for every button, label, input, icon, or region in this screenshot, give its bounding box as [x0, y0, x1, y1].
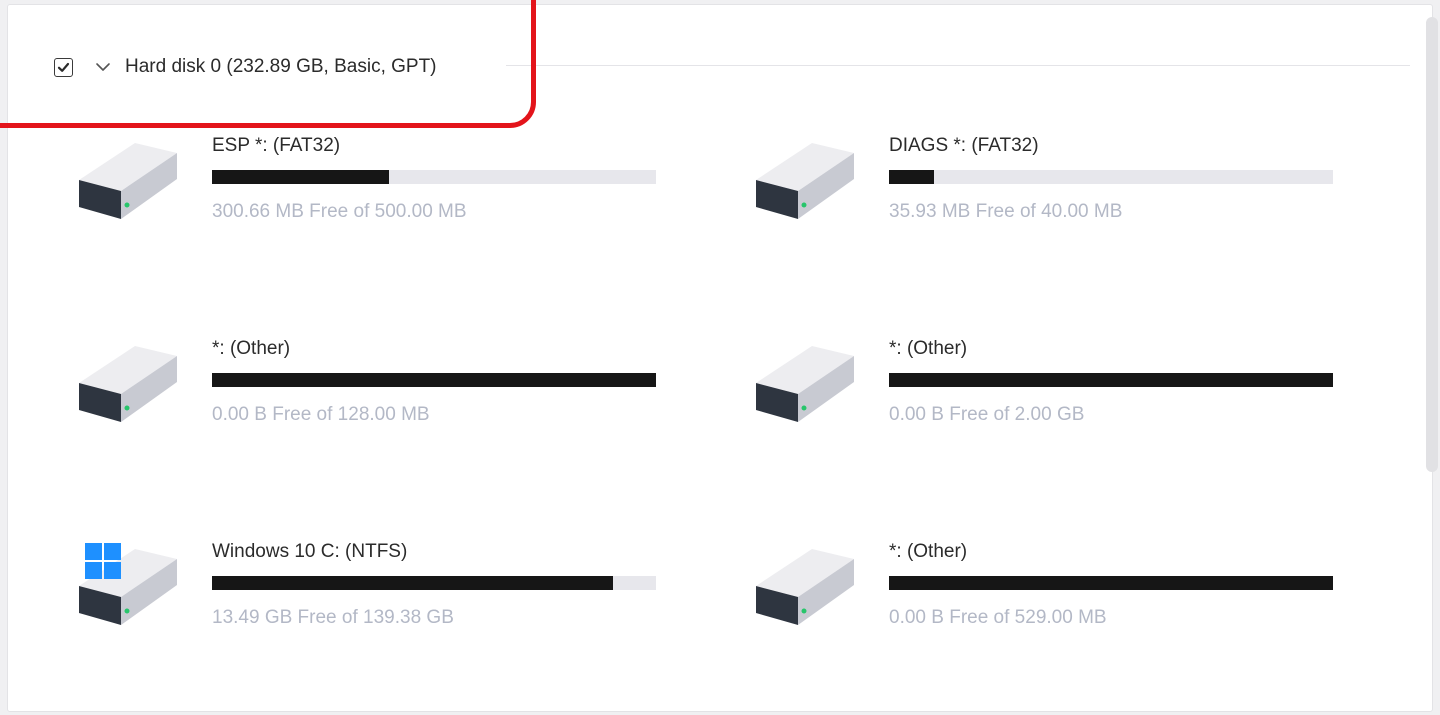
free-space-text: 0.00 B Free of 2.00 GB: [889, 404, 1085, 425]
usage-bar: [889, 373, 1333, 387]
partition-item[interactable]: ESP *: (FAT32) 300.66 MB Free of 500.00 …: [77, 135, 717, 245]
usage-bar: [212, 373, 656, 387]
usage-bar: [889, 170, 1333, 184]
disk-title: Hard disk 0 (232.89 GB, Basic, GPT): [125, 56, 437, 77]
usage-bar-fill: [889, 373, 1333, 387]
partition-item[interactable]: *: (Other) 0.00 B Free of 529.00 MB: [754, 541, 1394, 651]
drive-icon: [756, 549, 854, 625]
header-divider: [506, 65, 1410, 66]
usage-bar: [212, 170, 656, 184]
free-space-text: 0.00 B Free of 529.00 MB: [889, 607, 1107, 628]
partition-item[interactable]: Windows 10 C: (NTFS) 13.49 GB Free of 13…: [77, 541, 717, 651]
drive-icon: [79, 143, 177, 219]
partition-name: *: (Other): [212, 338, 291, 359]
partition-name: *: (Other): [889, 541, 968, 562]
usage-bar-fill: [212, 576, 613, 590]
usage-bar: [212, 576, 656, 590]
partition-name: *: (Other): [889, 338, 968, 359]
checkmark-icon: [57, 62, 70, 72]
partition-name: ESP *: (FAT32): [212, 135, 341, 156]
drive-icon: [756, 346, 854, 422]
partition-name: Windows 10 C: (NTFS): [212, 541, 408, 562]
free-space-text: 300.66 MB Free of 500.00 MB: [212, 201, 467, 222]
disk-checkbox[interactable]: [54, 57, 73, 77]
drive-icon: [756, 143, 854, 219]
free-space-text: 13.49 GB Free of 139.38 GB: [212, 607, 454, 628]
usage-bar-fill: [889, 170, 935, 184]
free-space-text: 0.00 B Free of 128.00 MB: [212, 404, 430, 425]
usage-bar-fill: [212, 373, 656, 387]
usage-bar-fill: [889, 576, 1333, 590]
usage-bar: [889, 576, 1333, 590]
partition-item[interactable]: *: (Other) 0.00 B Free of 128.00 MB: [77, 338, 717, 448]
partition-item[interactable]: DIAGS *: (FAT32) 35.93 MB Free of 40.00 …: [754, 135, 1394, 245]
chevron-down-icon[interactable]: [95, 59, 111, 75]
drive-icon: [79, 346, 177, 422]
windows-drive-icon: [79, 543, 177, 625]
partition-item[interactable]: *: (Other) 0.00 B Free of 2.00 GB: [754, 338, 1394, 448]
partition-name: DIAGS *: (FAT32): [889, 135, 1039, 156]
scrollbar[interactable]: [1426, 17, 1438, 472]
usage-bar-fill: [212, 170, 390, 184]
free-space-text: 35.93 MB Free of 40.00 MB: [889, 201, 1123, 222]
disk-header[interactable]: Hard disk 0 (232.89 GB, Basic, GPT): [54, 53, 437, 81]
